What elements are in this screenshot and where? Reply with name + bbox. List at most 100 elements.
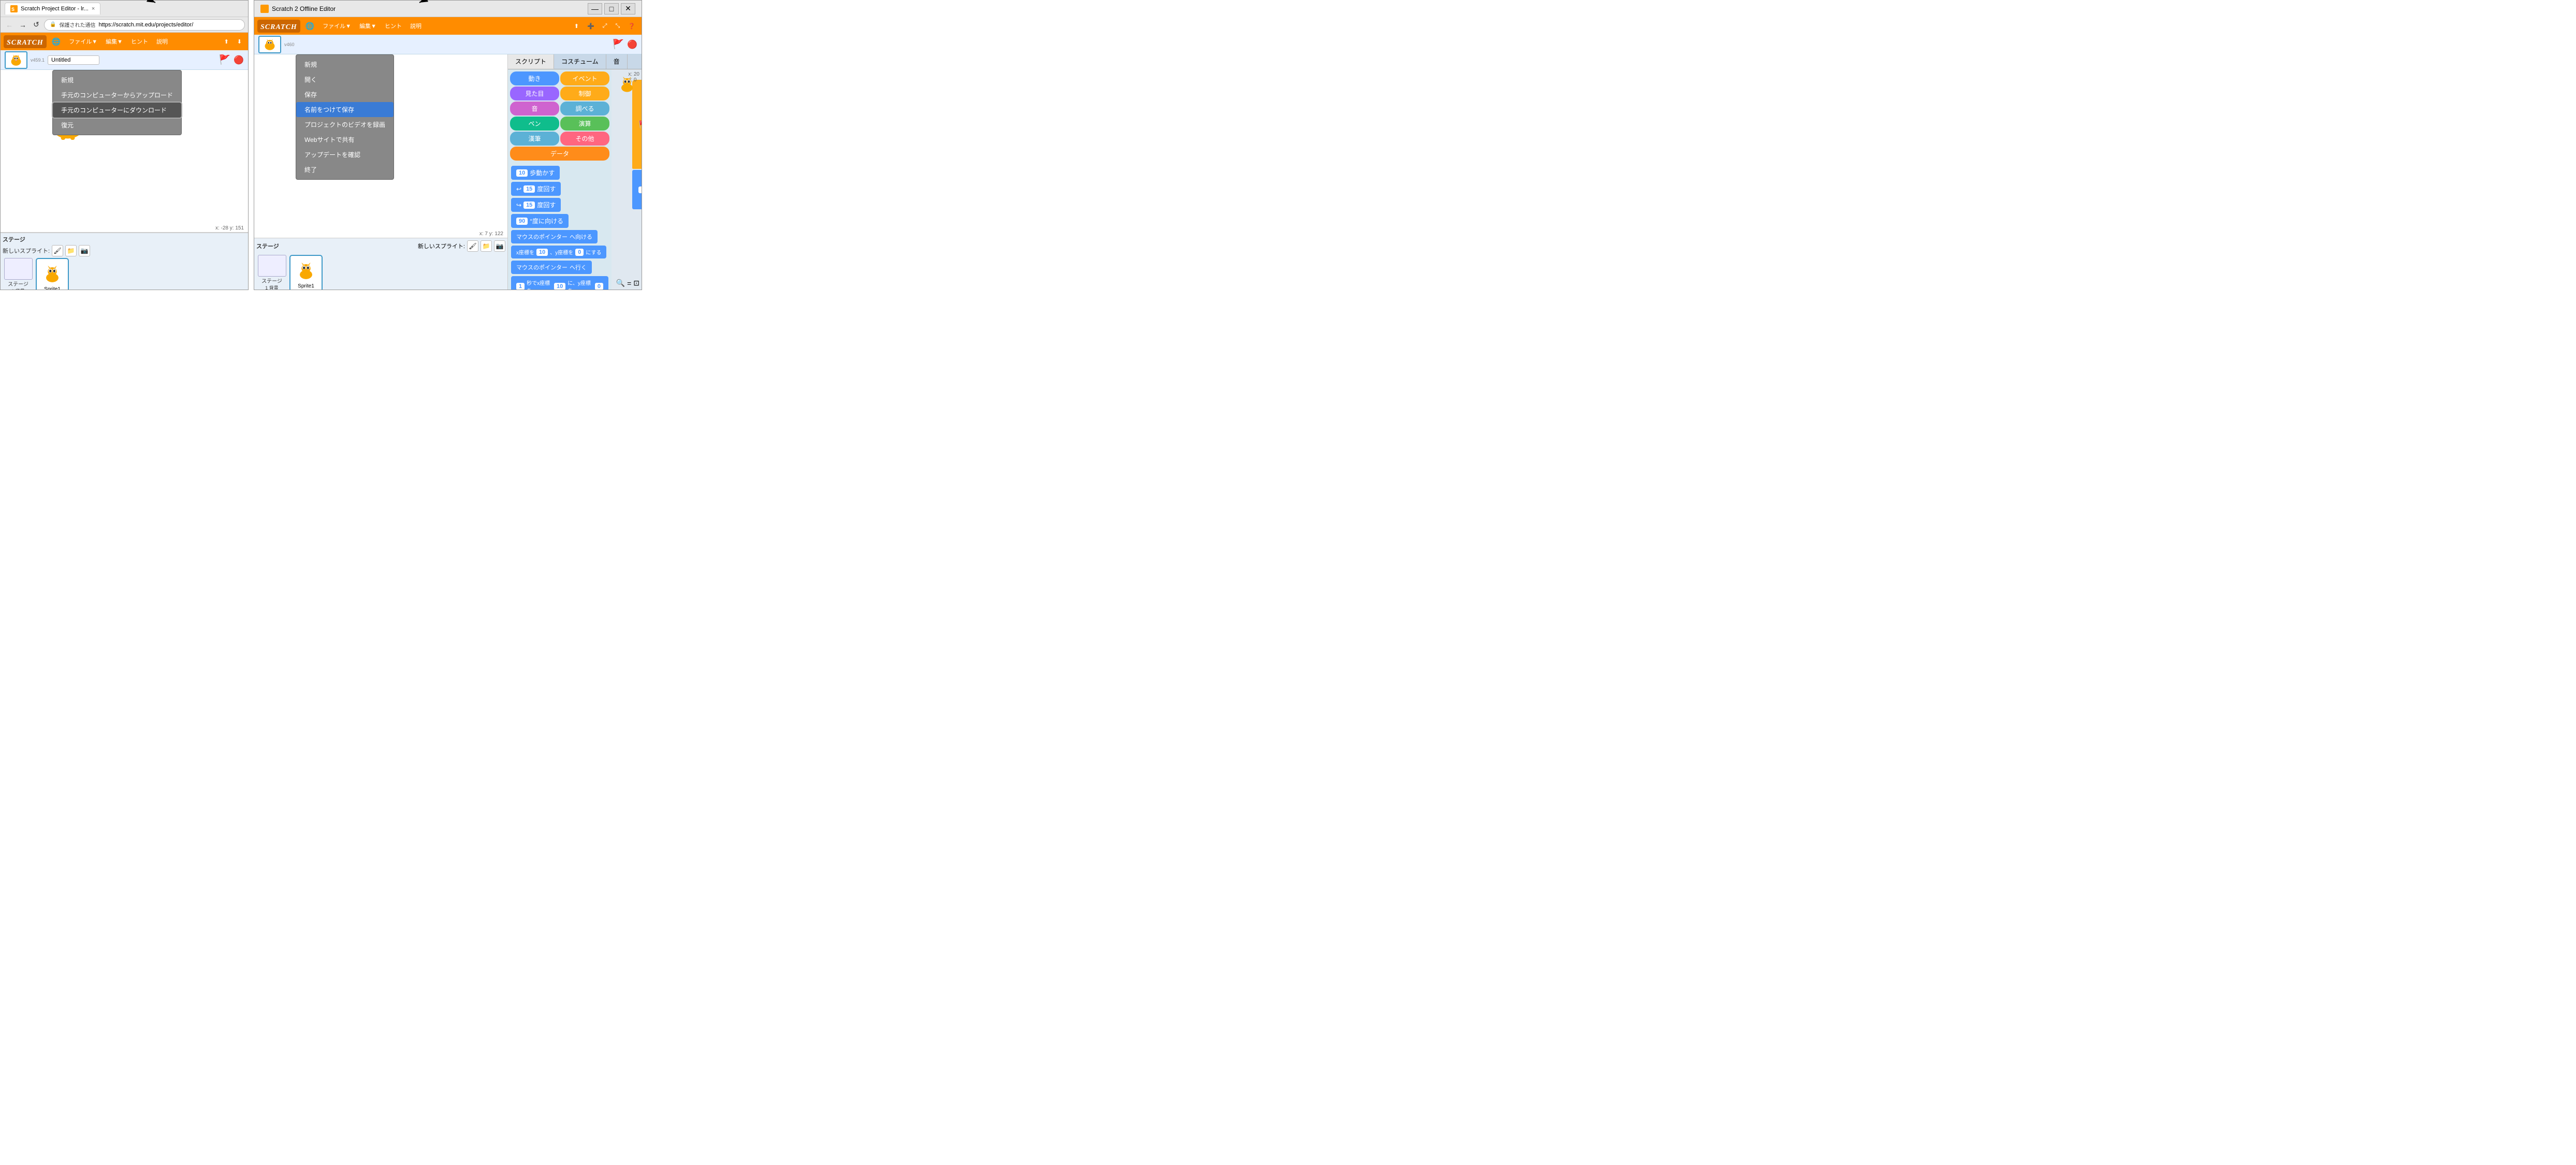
project-name-web[interactable]: Untitled [48, 55, 99, 65]
expand-btn-offline[interactable]: ⤢ [600, 21, 610, 31]
cat-control-btn[interactable]: 制御 [560, 87, 609, 100]
offline-sprite-panel: ステージ 新しいスプライト: 🖌 📁 📷 [254, 238, 508, 290]
green-flag-offline[interactable]: 🚩 [613, 39, 624, 50]
offline-paint-sprite-btn[interactable]: 🖌 [467, 240, 478, 252]
download-btn-web[interactable]: ⬇ [234, 37, 245, 47]
close-btn[interactable]: ✕ [621, 3, 635, 15]
block-turn-ccw[interactable]: ↪ 15 度回す [511, 198, 561, 212]
offline-menu-save[interactable]: 保存 [296, 87, 394, 102]
address-bar[interactable]: 🔒 保護された通信 https://scratch.mit.edu/projec… [44, 19, 245, 31]
web-menu-new[interactable]: 新規 [53, 73, 181, 88]
offline-sprite1[interactable]: Sprite1 [289, 255, 323, 290]
explain-menu-offline[interactable]: 説明 [407, 20, 425, 32]
forward-button[interactable]: → [17, 19, 28, 31]
offline-menu-record[interactable]: プロジェクトのビデオを録画 [296, 117, 394, 132]
refresh-button[interactable]: ↺ [31, 19, 42, 31]
globe-btn-web[interactable]: 🌐 [49, 36, 64, 48]
file-menu-offline[interactable]: ファイル▼ [319, 20, 354, 32]
browser-window: S Scratch Project Editor - lr... × ← → ↺… [0, 0, 249, 290]
scratch-logo-web: SCRATCH [4, 35, 47, 48]
zoom-in-btn[interactable]: 🔍 [616, 279, 625, 287]
offline-sprite1-box [293, 257, 319, 283]
offline-camera-sprite-btn[interactable]: 📷 [494, 240, 505, 252]
web-menu-download[interactable]: 手元のコンピューターにダウンロード [53, 103, 181, 118]
offline-toolbar: v460 🚩 🔴 [254, 35, 642, 54]
help-btn-offline[interactable]: ❓ [625, 21, 638, 31]
cat-browse-btn[interactable]: 漢筆 [510, 132, 559, 146]
red-stop-web[interactable]: 🔴 [234, 55, 244, 65]
compress-btn-offline[interactable]: ⤡ [612, 21, 623, 31]
explain-menu-web[interactable]: 説明 [153, 36, 171, 47]
web-menu-restore[interactable]: 復元 [53, 118, 181, 133]
tips-menu-offline[interactable]: ヒント [382, 20, 405, 32]
zoom-out-btn[interactable]: ⊡ [633, 279, 639, 287]
web-upload-sprite-btn[interactable]: 📁 [65, 245, 77, 256]
cat-looks-btn[interactable]: 見た目 [510, 87, 559, 100]
web-camera-sprite-btn[interactable]: 📷 [79, 245, 90, 256]
offline-sprite1-label: Sprite1 [298, 283, 314, 289]
red-stop-offline[interactable]: 🔴 [627, 39, 637, 50]
edit-menu-web[interactable]: 編集▼ [103, 36, 126, 47]
green-flag-icon-small: 🚩 [638, 120, 642, 129]
cat-sound-btn[interactable]: 音 [510, 102, 559, 116]
browser-tab[interactable]: S Scratch Project Editor - lr... × [5, 3, 100, 15]
web-menu-upload[interactable]: 手元のコンピューターからアップロード [53, 88, 181, 103]
offline-left-panel: 新規 開く 保存 名前をつけて保存 プロジェクトのビデオを録画 Webサイトで共… [254, 54, 508, 290]
cat-more-btn[interactable]: その他 [560, 132, 609, 146]
upload-btn-web[interactable]: ⬆ [221, 37, 232, 47]
cat-events-btn[interactable]: イベント [560, 71, 609, 85]
scripts-tab[interactable]: スクリプト [508, 54, 554, 69]
web-sprite-header: ステージ [3, 235, 90, 243]
offline-menu-quit[interactable]: 終了 [296, 162, 394, 177]
offline-menu-saveas[interactable]: 名前をつけて保存 [296, 102, 394, 117]
globe-btn-offline[interactable]: 🌐 [302, 20, 317, 32]
web-paint-sprite-btn[interactable]: 🖌 [52, 245, 63, 256]
add-btn-offline[interactable]: ➕ [584, 21, 598, 31]
web-menubar: SCRATCH 🌐 ファイル▼ 編集▼ ヒント 説明 ⬆ ⬇ [1, 33, 248, 50]
block-move[interactable]: 10 歩動かす [511, 166, 560, 180]
cat-ops-btn[interactable]: 演算 [560, 117, 609, 131]
offline-menu-share[interactable]: Webサイトで共有 [296, 132, 394, 147]
cat-motion-btn[interactable]: 動き [510, 71, 559, 85]
window-controls: — □ ✕ [588, 3, 635, 15]
web-stage-thumb: ステージ 1 背景 [3, 258, 34, 290]
file-menu-web[interactable]: ファイル▼ [66, 36, 100, 47]
zoom-reset-btn[interactable]: = [627, 279, 631, 287]
svg-text:S: S [11, 7, 14, 12]
costumes-tab[interactable]: コスチューム [554, 54, 606, 69]
cat-pen-btn[interactable]: ペン [510, 117, 559, 131]
offline-stage-bg: 1 背景 [265, 284, 279, 290]
web-sprite1[interactable]: Sprite1 [36, 258, 69, 290]
cat-data-btn[interactable]: データ [510, 147, 609, 161]
back-button[interactable]: ← [4, 19, 15, 31]
block-set-xy[interactable]: x座標を 10 、y座標を 0 にする [511, 246, 606, 258]
restore-btn[interactable]: □ [604, 3, 619, 15]
block-glide-toward[interactable]: マウスのポインター へ行く [511, 261, 592, 274]
script-motion-block[interactable]: 10 歩動かす [632, 170, 642, 209]
version-offline: v460 [284, 42, 295, 47]
edit-menu-offline[interactable]: 編集▼ [356, 20, 380, 32]
web-stage-coords: x: -28 y: 151 [215, 225, 244, 231]
offline-menu-new[interactable]: 新規 [296, 57, 394, 72]
block-glide-xy[interactable]: 1 秒でx座標を 10 に、y座標を 0 [511, 276, 608, 290]
offline-menu-update[interactable]: アップデートを確認 [296, 147, 394, 162]
hint-menu-web[interactable]: ヒント [128, 36, 151, 47]
offline-window: Scratch 2 Offline Editor — □ ✕ SCRATCH 🌐… [254, 0, 642, 290]
offline-menu-open[interactable]: 開く [296, 72, 394, 87]
block-point-toward[interactable]: マウスのポインター へ向ける [511, 230, 598, 243]
block-point-dir[interactable]: 90 °度に向ける [511, 214, 569, 228]
upload-btn-offline[interactable]: ⬆ [571, 21, 582, 31]
offline-upload-sprite-btn[interactable]: 📁 [481, 240, 492, 252]
web-stage-bg: 1 背景 [11, 287, 25, 290]
browser-nav: ← → ↺ 🔒 保護された通信 https://scratch.mit.edu/… [1, 17, 248, 33]
block-turn-cw[interactable]: ↩ 15 度回す [511, 182, 561, 196]
offline-content: 新規 開く 保存 名前をつけて保存 プロジェクトのビデオを録画 Webサイトで共… [254, 54, 642, 290]
offline-main: SCRATCH 🌐 ファイル▼ 編集▼ ヒント 説明 ⬆ ➕ ⤢ ⤡ ❓ [254, 17, 642, 290]
green-flag-web[interactable]: 🚩 [219, 54, 230, 65]
minimize-btn[interactable]: — [588, 3, 602, 15]
cat-sensing-btn[interactable]: 調べる [560, 102, 609, 116]
sounds-tab[interactable]: 音 [606, 54, 628, 69]
offline-sprite-list: ステージ 1 背景 [256, 255, 505, 290]
tab-close-btn[interactable]: × [92, 6, 95, 12]
offline-stage-label: ステージ [261, 277, 282, 284]
